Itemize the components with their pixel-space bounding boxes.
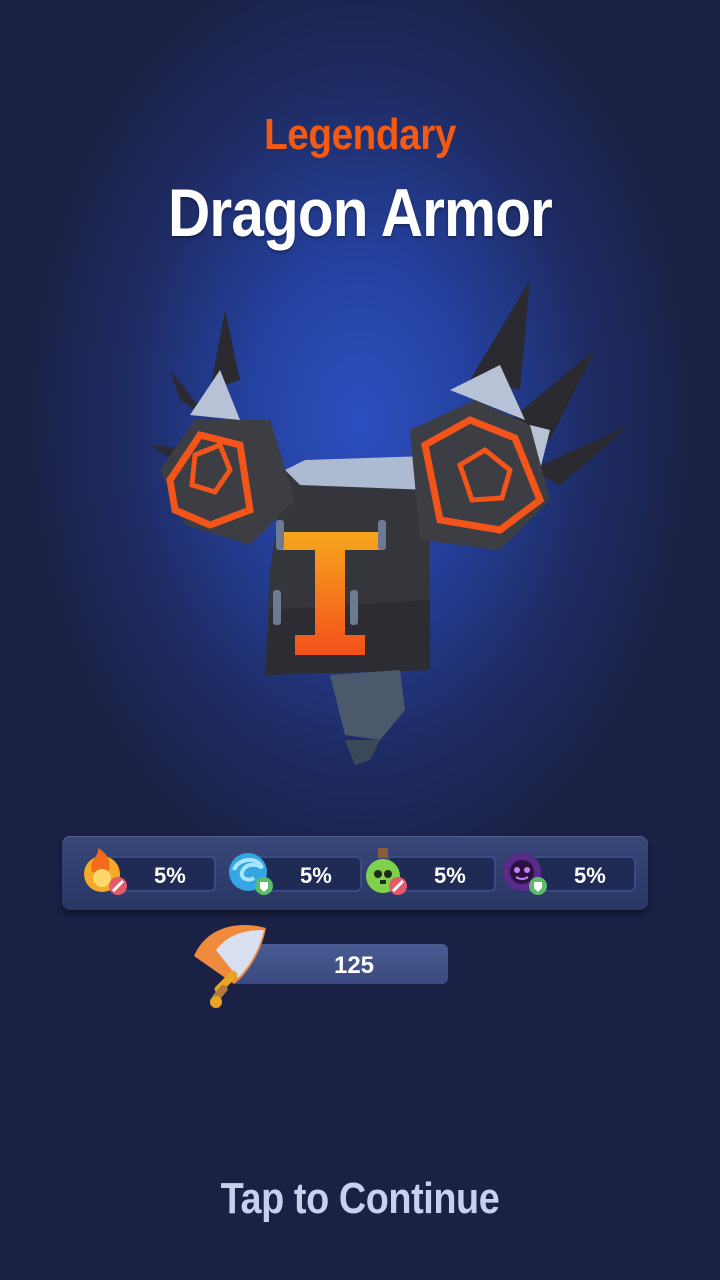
poison-attack-icon	[366, 848, 407, 895]
water-defense-icon	[229, 853, 273, 895]
resistance-panel: 5% 5% 5% 5%	[62, 836, 648, 910]
tap-to-continue[interactable]: Tap to Continue	[50, 1174, 669, 1224]
resistance-value: 5%	[434, 863, 466, 888]
item-name: Dragon Armor	[168, 175, 553, 251]
sword-icon	[194, 925, 266, 1008]
rarity-label: Legendary	[264, 110, 456, 159]
resistance-value: 5%	[154, 863, 186, 888]
item-reveal-screen[interactable]: Legendary Dragon Armor 5% 5% 5% 5% 125 T…	[0, 0, 720, 1280]
resistance-value: 5%	[574, 863, 606, 888]
resistance-value: 5%	[300, 863, 332, 888]
dragon-armor-image	[150, 280, 630, 765]
dark-defense-icon	[503, 853, 547, 895]
fire-attack-icon	[84, 848, 127, 895]
